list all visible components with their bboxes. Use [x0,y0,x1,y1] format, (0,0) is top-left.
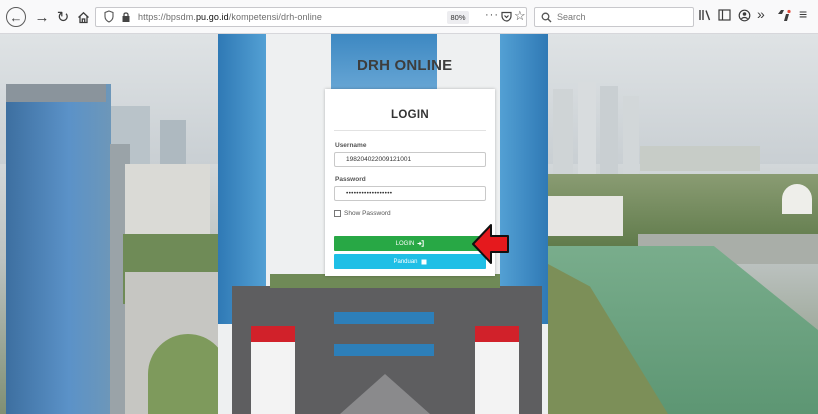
base-window [334,344,434,356]
distant-tower [578,82,596,182]
guide-button-label: Panduan [393,258,418,265]
book-icon [421,259,427,265]
home-button[interactable] [73,7,93,27]
lock-icon[interactable] [121,11,131,23]
tree [148,334,228,414]
arrow-right-icon: → [34,8,50,26]
divider [334,130,486,131]
distant-building [160,120,186,166]
account-icon[interactable] [738,9,751,22]
login-title: LOGIN [391,109,429,121]
pocket-icon[interactable] [501,11,512,22]
search-input[interactable]: Search [557,12,586,22]
central-tower-glass-right [500,34,548,324]
tracking-shield-icon[interactable] [104,10,114,23]
distant-tower [623,96,639,176]
username-field[interactable]: 198204022009121001 [334,152,486,167]
overflow-chevrons-icon[interactable]: » [757,7,765,21]
left-tower [6,84,111,414]
url-bar[interactable]: https://bpsdm.pu.go.id/kompetensi/drh-on… [95,7,527,27]
password-field[interactable]: •••••••••••••••••• [334,186,486,201]
login-button[interactable]: LOGIN [334,236,486,251]
white-building [548,196,623,236]
banner-left [251,326,295,414]
library-icon[interactable] [698,9,712,21]
login-card: LOGIN Username 198204022009121001 Passwo… [325,89,495,276]
extension-icon[interactable] [777,9,791,22]
base-window [334,312,434,324]
central-tower-glass-left [218,34,266,324]
zoom-level-badge[interactable]: 80% [447,11,469,24]
guide-button[interactable]: Panduan [334,254,486,269]
site-brand-title: DRH ONLINE [357,57,453,74]
banner-right [475,326,519,414]
login-button-label: LOGIN [395,240,415,247]
show-password-checkbox[interactable] [334,210,341,217]
username-label: Username [335,142,367,149]
back-button[interactable]: ← [6,7,26,27]
arrow-left-icon: ← [9,9,23,25]
url-text[interactable]: https://bpsdm.pu.go.id/kompetensi/drh-on… [138,12,322,22]
password-label: Password [335,176,366,183]
forward-button[interactable]: → [32,7,52,27]
hamburger-menu-icon[interactable]: ≡ [799,7,807,21]
rooftop-garden [270,274,500,288]
home-icon [77,11,89,23]
reload-icon: ↻ [56,8,70,26]
distant-buildings [640,146,760,171]
page-actions-menu[interactable]: ··· [485,9,499,21]
sign-in-icon [417,240,425,247]
show-password-row[interactable]: Show Password [334,210,391,217]
search-icon [541,12,552,23]
browser-toolbar: ← → ↻ https://bpsdm.pu.go.id/kompetensi/… [0,0,818,34]
sidebar-icon[interactable] [718,9,731,21]
red-arrow-annotation-icon [472,224,509,264]
left-tower-roof [6,84,106,102]
reload-button[interactable]: ↻ [53,7,73,27]
mosque-dome [782,184,812,214]
show-password-label[interactable]: Show Password [344,210,391,217]
distant-tower [600,86,618,178]
search-bar[interactable]: Search [534,7,694,27]
distant-tower [553,89,573,179]
bookmark-star-icon[interactable]: ☆ [514,8,526,24]
